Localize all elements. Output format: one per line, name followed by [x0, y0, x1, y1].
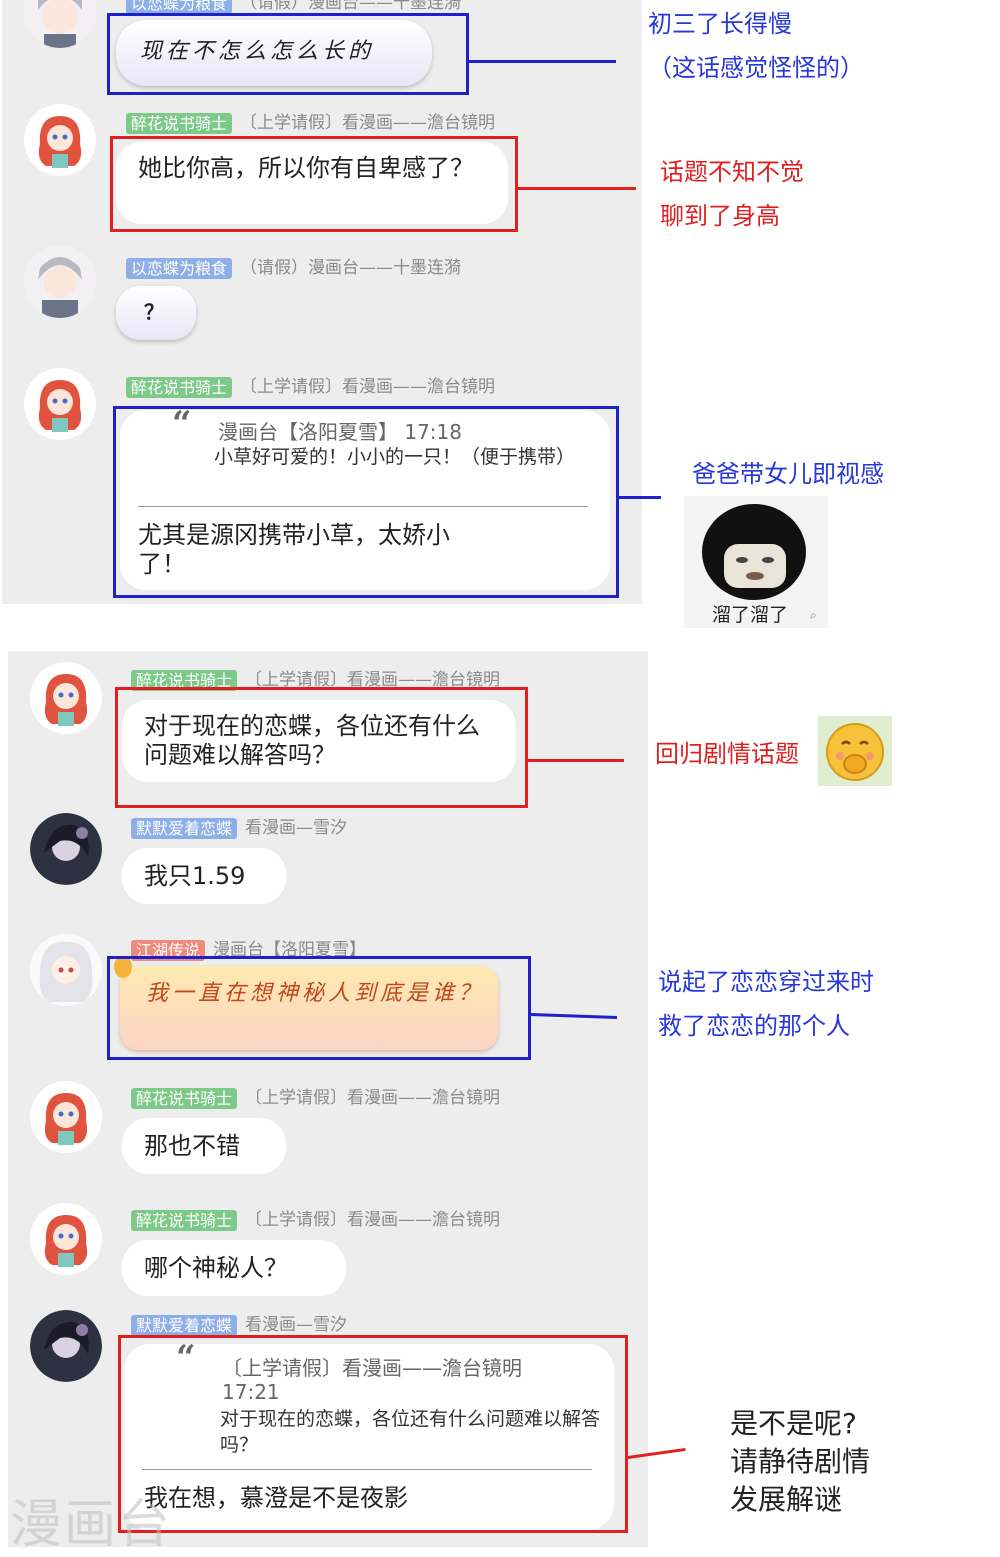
message-bubble[interactable]: ？ — [116, 286, 196, 340]
username-tag-row: 以恋蝶为粮食 （请假）漫画台——十墨连漪 — [126, 253, 461, 279]
avatar[interactable] — [30, 1081, 102, 1153]
username-tag[interactable]: 默默爱着恋蝶 — [131, 1314, 238, 1336]
connector-line — [469, 60, 616, 63]
highlight-frame — [113, 406, 619, 598]
user-meta: 〔上学请假〕看漫画——澹台镜明 — [240, 113, 496, 133]
highlight-frame — [115, 687, 528, 808]
highlight-frame — [118, 1335, 628, 1533]
annotation-note: 说起了恋恋穿过来时 救了恋恋的那个人 — [658, 968, 874, 1040]
highlight-frame — [107, 956, 531, 1060]
message-text: ？ — [144, 300, 164, 324]
username-tag-row: 醉花说书骑士 〔上学请假〕看漫画——澹台镜明 — [131, 1083, 500, 1109]
message-bubble[interactable]: 哪个神秘人？ — [122, 1240, 346, 1296]
username-tag[interactable]: 醉花说书骑士 — [126, 112, 233, 134]
annotation-note: 话题不知不觉 聊到了身高 — [660, 158, 804, 230]
message-bubble[interactable]: 我只1.59 — [122, 848, 286, 904]
username-tag[interactable]: 醉花说书骑士 — [126, 376, 233, 398]
avatar[interactable] — [30, 1203, 102, 1275]
annotation-note: 是不是呢? 请静待剧情 发展解谜 — [730, 1407, 871, 1516]
connector-line — [528, 759, 624, 762]
covering-mouth-emoji-icon — [818, 716, 892, 786]
username-tag-row: 醉花说书骑士 〔上学请假〕看漫画——澹台镜明 — [131, 1205, 500, 1231]
user-meta: 看漫画—雪汐 — [245, 818, 348, 838]
sticker-image: 溜了溜了 ⌕ — [684, 496, 828, 628]
username-tag-row: 默默爱着恋蝶 看漫画—雪汐 — [131, 813, 347, 839]
username-tag[interactable]: 以恋蝶为粮食 — [126, 257, 233, 279]
avatar[interactable] — [24, 104, 96, 176]
message-bubble[interactable]: 那也不错 — [122, 1118, 286, 1174]
avatar[interactable] — [30, 813, 102, 885]
username-tag[interactable]: 醉花说书骑士 — [131, 1087, 238, 1109]
annotation-note: 爸爸带女儿即视感 — [692, 460, 884, 488]
user-meta: 看漫画—雪汐 — [245, 1315, 348, 1335]
watermark: 漫画台 — [10, 1495, 173, 1555]
avatar[interactable] — [24, 368, 96, 440]
highlight-frame — [107, 13, 469, 95]
message-text: 那也不错 — [144, 1132, 240, 1160]
username-tag-row: 醉花说书骑士 〔上学请假〕看漫画——澹台镜明 — [126, 108, 495, 134]
user-meta: 〔上学请假〕看漫画——澹台镜明 — [240, 377, 496, 397]
username-tag[interactable]: 默默爱着恋蝶 — [131, 817, 238, 839]
connector-line — [619, 496, 661, 499]
username-tag-row: 醉花说书骑士 〔上学请假〕看漫画——澹台镜明 — [126, 372, 495, 398]
avatar[interactable] — [30, 934, 102, 1006]
username-tag[interactable]: 以恋蝶为粮食 — [126, 0, 233, 14]
sticker-caption: 溜了溜了 — [712, 604, 789, 626]
username-tag[interactable]: 醉花说书骑士 — [131, 1209, 238, 1231]
user-meta: （请假）漫画台——十墨连漪 — [240, 0, 462, 13]
avatar[interactable] — [30, 662, 102, 734]
user-meta: 〔上学请假〕看漫画——澹台镜明 — [245, 1088, 501, 1108]
annotation-note: 初三了长得慢 （这话感觉怪怪的） — [648, 10, 864, 82]
user-meta: 〔上学请假〕看漫画——澹台镜明 — [245, 1210, 501, 1230]
message-text: 哪个神秘人？ — [144, 1254, 288, 1282]
connector-line — [518, 187, 636, 190]
username-tag-row: 以恋蝶为粮食 （请假）漫画台——十墨连漪 — [126, 0, 461, 14]
message-text: 我只1.59 — [144, 862, 246, 890]
highlight-frame — [110, 136, 518, 232]
zoom-icon: ⌕ — [810, 608, 817, 622]
avatar[interactable] — [30, 1310, 102, 1382]
username-tag-row: 默默爱着恋蝶 看漫画—雪汐 — [131, 1310, 347, 1336]
user-meta: （请假）漫画台——十墨连漪 — [240, 258, 462, 278]
avatar[interactable] — [24, 246, 96, 318]
annotation-note: 回归剧情话题 — [655, 740, 799, 768]
